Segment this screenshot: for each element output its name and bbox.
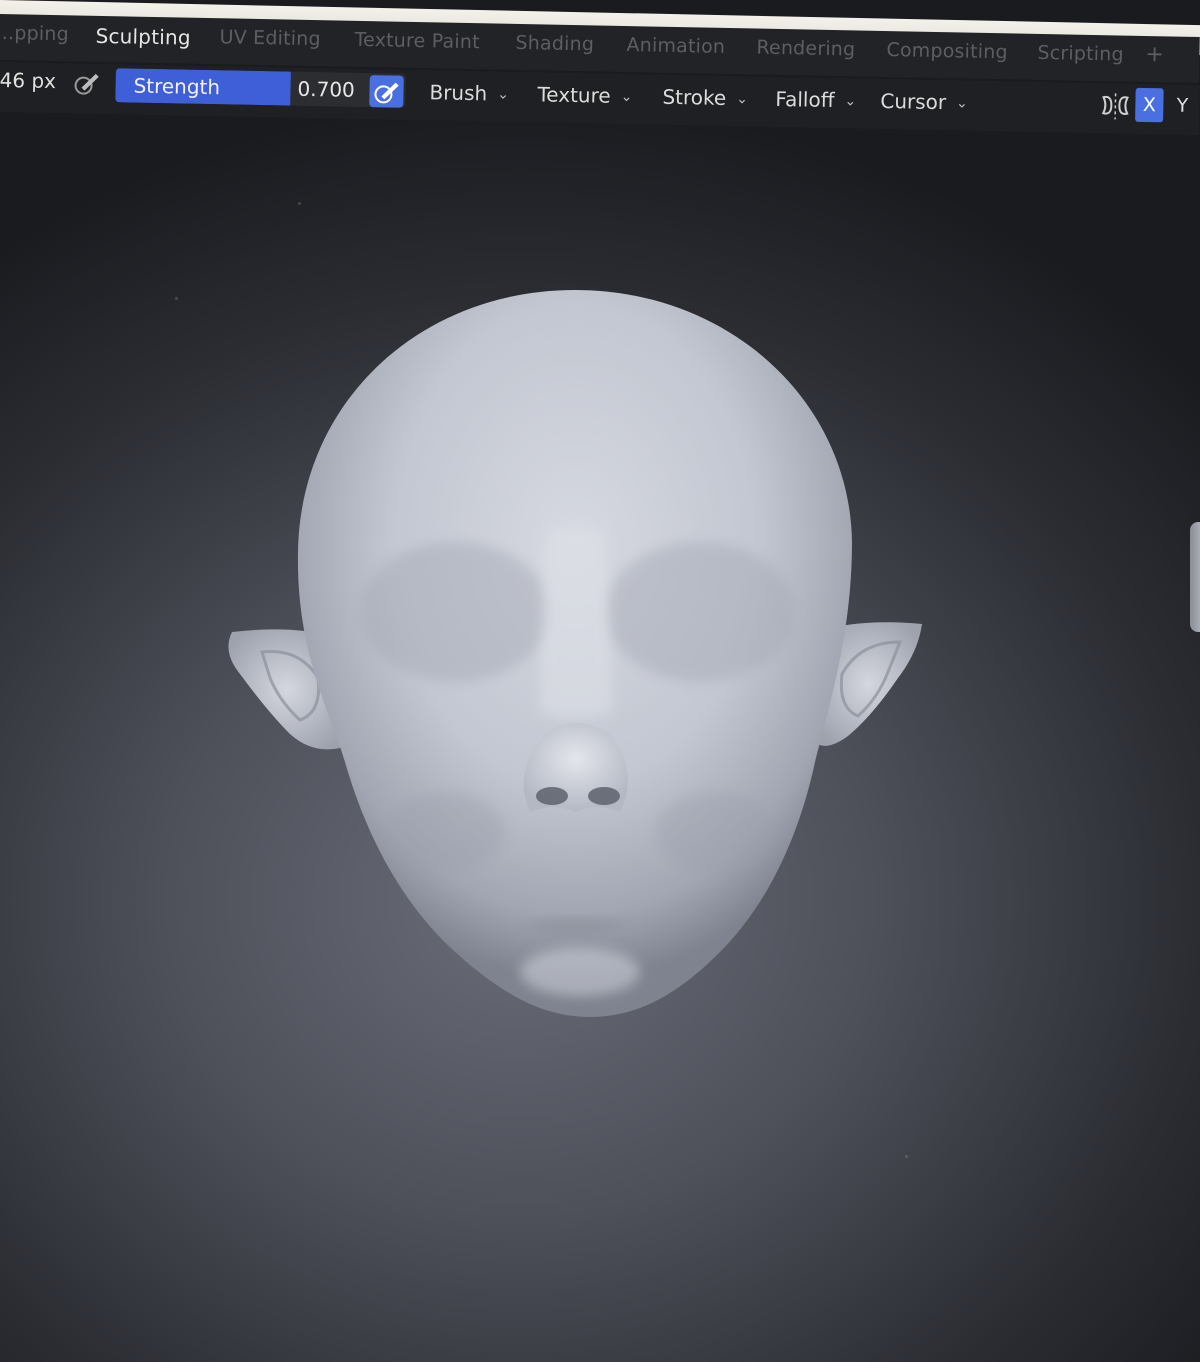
screen-dust — [175, 297, 178, 300]
screen-dust — [298, 202, 301, 205]
brush-menu[interactable]: Brush ⌄ — [429, 80, 509, 106]
pen-pressure-icon — [374, 82, 399, 104]
texture-menu[interactable]: Texture ⌄ — [537, 82, 632, 108]
strength-value: 0.700 — [297, 76, 356, 102]
chevron-down-icon: ⌄ — [736, 91, 749, 108]
strength-label: Strength — [133, 73, 221, 100]
tab-compositing[interactable]: Compositing — [886, 39, 1008, 63]
tab-animation[interactable]: Animation — [626, 34, 725, 58]
texture-menu-label: Texture — [537, 82, 611, 108]
screen-dust — [905, 1155, 908, 1158]
strength-pressure-toggle[interactable] — [369, 75, 404, 108]
pen-pressure-icon[interactable] — [71, 67, 102, 98]
blender-screen: ...pping Sculpting UV Editing Texture Pa… — [0, 0, 1200, 1362]
tab-scripting[interactable]: Scripting — [1037, 42, 1124, 66]
chevron-down-icon: ⌄ — [844, 93, 857, 110]
tab-sculpting[interactable]: Sculpting — [95, 24, 191, 50]
tab-mapping[interactable]: ...pping — [0, 22, 69, 45]
chevron-down-icon: ⌄ — [955, 95, 969, 112]
partial-object — [1190, 522, 1200, 632]
stroke-menu-label: Stroke — [662, 84, 727, 110]
chevron-down-icon: ⌄ — [497, 86, 510, 103]
3d-viewport[interactable] — [0, 112, 1200, 1362]
falloff-menu[interactable]: Falloff ⌄ — [775, 87, 856, 113]
tab-uv-editing[interactable]: UV Editing — [219, 26, 321, 50]
cursor-menu[interactable]: Cursor ⌄ — [880, 89, 968, 115]
brush-menu-label: Brush — [429, 80, 488, 106]
sculpt-head-mesh — [228, 290, 922, 1017]
tab-rendering[interactable]: Rendering — [756, 37, 855, 61]
strength-slider[interactable]: Strength 0.700 — [115, 68, 406, 108]
tab-texture-paint[interactable]: Texture Paint — [354, 29, 480, 53]
radius-value[interactable]: 46 px — [0, 68, 56, 93]
chevron-down-icon: ⌄ — [620, 88, 633, 106]
add-workspace-button[interactable]: + — [1145, 42, 1164, 67]
tab-shading[interactable]: Shading — [515, 32, 594, 56]
stroke-menu[interactable]: Stroke ⌄ — [662, 85, 748, 111]
falloff-menu-label: Falloff — [775, 86, 835, 113]
cursor-menu-label: Cursor — [880, 88, 947, 115]
